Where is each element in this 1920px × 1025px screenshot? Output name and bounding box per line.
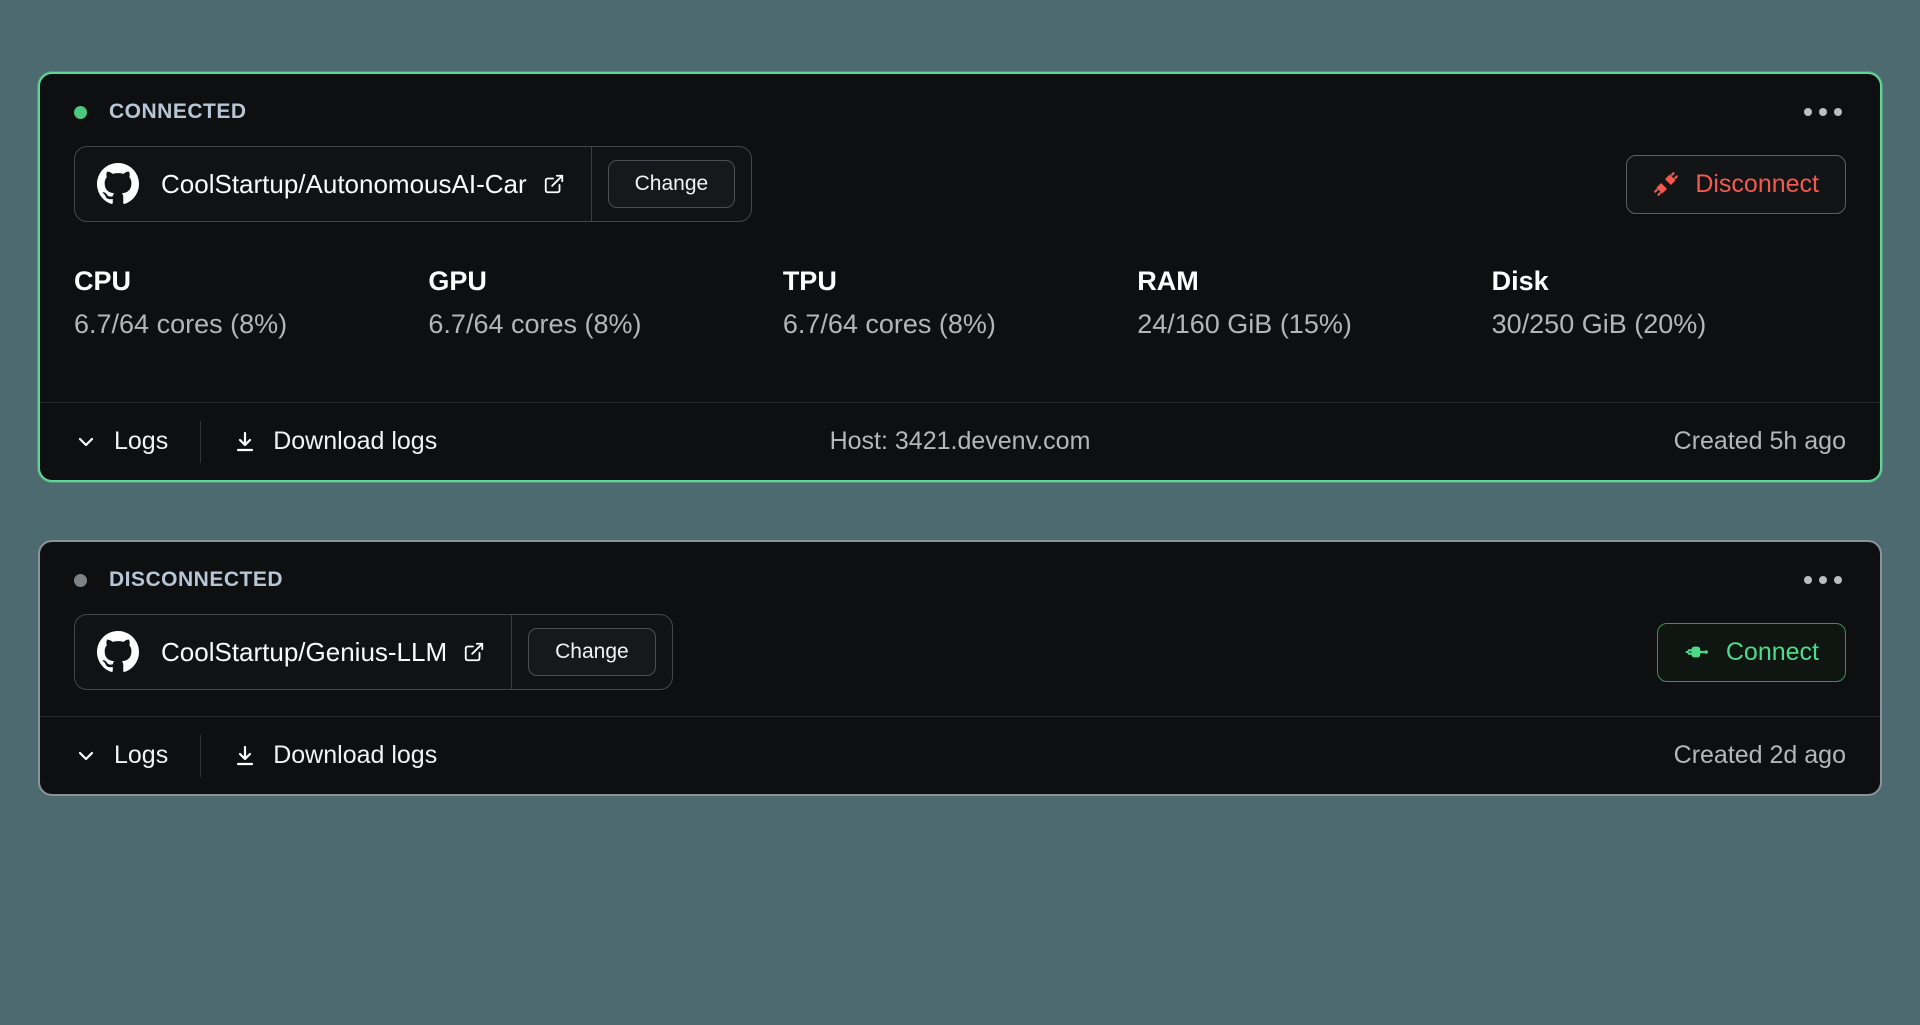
change-repository-button[interactable]: Change [528, 628, 656, 676]
metric-label: CPU [74, 266, 132, 296]
logs-label: Logs [114, 427, 169, 455]
chevron-down-icon [78, 437, 94, 446]
host-address: Host: 3421.devenv.com [829, 427, 1091, 455]
external-link-icon[interactable] [463, 641, 485, 663]
status-dot-disconnected [74, 573, 87, 587]
card-header: CONNECTED [40, 74, 1880, 124]
disconnect-button[interactable]: Disconnect [1626, 154, 1846, 214]
divider [590, 147, 592, 221]
repository-row: CoolStartup/AutonomousAI-Car Change Disc… [74, 146, 1846, 222]
github-icon [97, 163, 139, 204]
metric-label: Disk [1491, 266, 1549, 296]
connect-label: Connect [1725, 637, 1819, 666]
metric-disk: Disk 30/250 GiB (20%) [1492, 266, 1846, 340]
metric-value: 24/160 GiB (15%) [1137, 309, 1352, 339]
change-repository-button[interactable]: Change [607, 160, 736, 208]
external-link-icon[interactable] [543, 173, 565, 195]
created-timestamp: Created 5h ago [1673, 427, 1846, 455]
download-logs-button[interactable]: Download logs [233, 427, 437, 456]
ellipsis-horizontal-icon[interactable] [1800, 568, 1846, 592]
logs-label: Logs [114, 741, 169, 769]
ellipsis-horizontal-icon[interactable] [1800, 100, 1846, 124]
metric-tpu: TPU 6.7/64 cores (8%) [783, 266, 1137, 340]
download-icon [237, 745, 254, 765]
repository-selector[interactable]: CoolStartup/AutonomousAI-Car Change [74, 146, 753, 222]
footer-actions: Logs Download logs [74, 420, 437, 463]
dot [1819, 108, 1827, 116]
status-badge: CONNECTED [74, 100, 247, 124]
resource-metrics: CPU 6.7/64 cores (8%) GPU 6.7/64 cores (… [40, 222, 1880, 402]
plug-connect-icon [1685, 646, 1708, 658]
repository-name: CoolStartup/Genius-LLM [161, 636, 448, 667]
dot [1834, 108, 1842, 116]
dot [1819, 576, 1827, 584]
status-label: DISCONNECTED [109, 568, 284, 591]
disconnect-label: Disconnect [1695, 169, 1819, 198]
card-footer: Logs Download logs Created 2d ago [40, 716, 1880, 794]
metric-cpu: CPU 6.7/64 cores (8%) [74, 266, 428, 340]
download-logs-label: Download logs [273, 741, 438, 769]
status-badge: DISCONNECTED [74, 568, 283, 592]
dot [1834, 576, 1842, 584]
chevron-down-icon [78, 751, 94, 760]
repository-name: CoolStartup/AutonomousAI-Car [161, 168, 527, 199]
card-body: CoolStartup/AutonomousAI-Car Change Disc… [40, 124, 1880, 222]
environment-card-disconnected: DISCONNECTED CoolStartup/Genius-LLM Chan… [38, 540, 1882, 796]
footer-actions: Logs Download logs [74, 734, 437, 777]
metric-gpu: GPU 6.7/64 cores (8%) [428, 266, 782, 340]
download-logs-button[interactable]: Download logs [233, 741, 437, 770]
metric-label: TPU [782, 266, 837, 296]
metric-value: 6.7/64 cores (8%) [782, 309, 996, 339]
environments-list: CONNECTED CoolStartup/AutonomousAI-Car C… [0, 0, 1920, 1025]
divider [200, 734, 202, 777]
metric-label: GPU [428, 266, 487, 296]
github-icon [97, 631, 139, 672]
metric-label: RAM [1137, 266, 1199, 296]
card-header: DISCONNECTED [40, 542, 1880, 592]
divider [200, 420, 202, 463]
metric-ram: RAM 24/160 GiB (15%) [1137, 266, 1491, 340]
status-dot-connected [74, 105, 87, 119]
created-timestamp: Created 2d ago [1673, 741, 1846, 769]
metric-value: 30/250 GiB (20%) [1491, 309, 1707, 339]
metric-value: 6.7/64 cores (8%) [74, 309, 288, 339]
card-body: CoolStartup/Genius-LLM Change Connect [40, 592, 1880, 716]
status-label: CONNECTED [109, 100, 247, 123]
metric-value: 6.7/64 cores (8%) [428, 309, 642, 339]
dot [1804, 576, 1812, 584]
environment-card-connected: CONNECTED CoolStartup/AutonomousAI-Car C… [38, 72, 1882, 482]
plug-disconnect-icon [1654, 172, 1679, 196]
logs-toggle[interactable]: Logs [74, 741, 168, 770]
repository-row: CoolStartup/Genius-LLM Change Connect [74, 614, 1846, 690]
divider [511, 615, 513, 689]
logs-toggle[interactable]: Logs [74, 427, 168, 456]
connect-button[interactable]: Connect [1656, 622, 1846, 682]
download-icon [237, 431, 254, 451]
repository-selector[interactable]: CoolStartup/Genius-LLM Change [74, 614, 673, 690]
card-footer: Logs Download logs Host: 3421.devenv.com… [40, 402, 1880, 480]
download-logs-label: Download logs [273, 427, 438, 455]
dot [1804, 108, 1812, 116]
